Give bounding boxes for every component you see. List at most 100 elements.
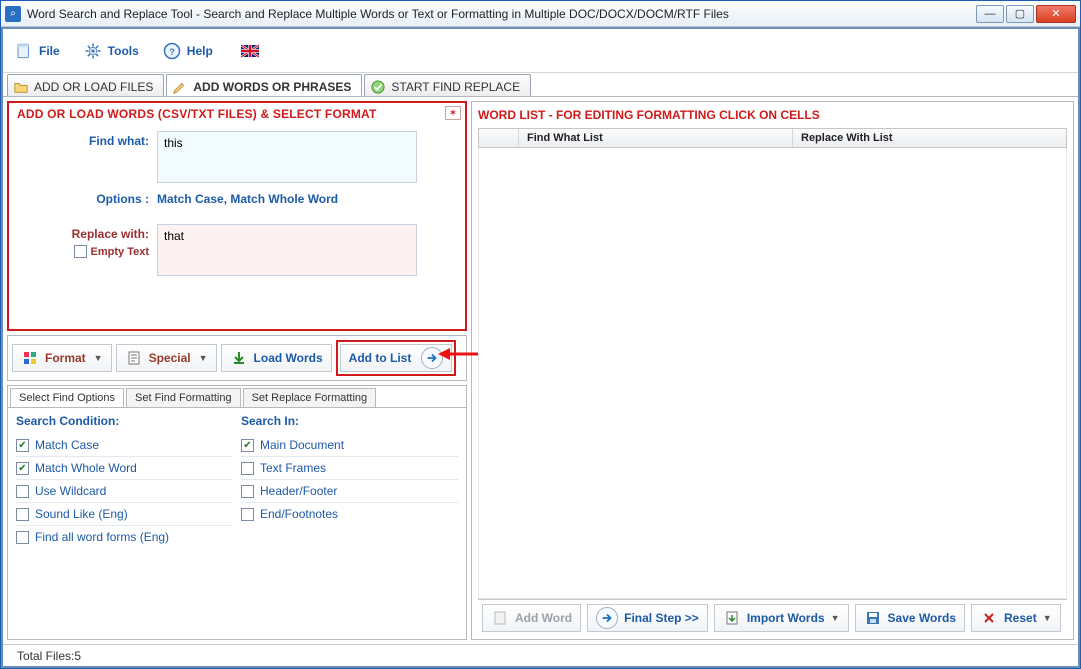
file-label: File xyxy=(39,44,60,58)
col-replace-with[interactable]: Replace With List xyxy=(793,129,1066,147)
minimize-button[interactable]: — xyxy=(976,5,1004,23)
sound-like-label: Sound Like (Eng) xyxy=(35,507,128,521)
app-icon: ⌕ xyxy=(5,6,21,22)
match-whole-label: Match Whole Word xyxy=(35,461,137,475)
titlebar: ⌕ Word Search and Replace Tool - Search … xyxy=(1,1,1080,27)
format-button[interactable]: Format ▼ xyxy=(12,344,112,372)
main-doc-label: Main Document xyxy=(260,438,344,452)
word-list-header: Find What List Replace With List xyxy=(478,128,1067,148)
options-tabs: Select Find Options Set Find Formatting … xyxy=(8,386,466,408)
final-step-label: Final Step >> xyxy=(624,611,699,625)
search-in-column: Search In: ✔Main Document Text Frames He… xyxy=(241,414,458,548)
tab-add-words-label: ADD WORDS OR PHRASES xyxy=(193,80,351,94)
file-menu[interactable]: File xyxy=(11,40,64,62)
content-frame: File Tools ? Help xyxy=(1,27,1080,668)
save-icon xyxy=(864,609,882,627)
load-words-label: Load Words xyxy=(254,351,323,365)
options-panel: Select Find Options Set Find Formatting … xyxy=(7,385,467,640)
add-load-title: ADD OR LOAD WORDS (CSV/TXT FILES) & SELE… xyxy=(17,107,457,121)
help-menu[interactable]: ? Help xyxy=(159,40,217,62)
status-bar: Total Files:5 xyxy=(3,644,1078,666)
tab-add-words[interactable]: ADD WORDS OR PHRASES xyxy=(166,74,362,96)
load-words-button[interactable]: Load Words xyxy=(221,344,332,372)
match-case-label: Match Case xyxy=(35,438,99,452)
final-step-button[interactable]: Final Step >> xyxy=(587,604,708,632)
edit-icon xyxy=(173,80,187,94)
main-doc-checkbox[interactable]: ✔ xyxy=(241,439,254,452)
header-footer-checkbox[interactable] xyxy=(241,485,254,498)
reset-label: Reset xyxy=(1004,611,1037,625)
options-value: Match Case, Match Whole Word xyxy=(157,189,338,206)
file-icon xyxy=(15,42,33,60)
all-forms-label: Find all word forms (Eng) xyxy=(35,530,169,544)
empty-text-checkbox[interactable] xyxy=(74,245,87,258)
gear-icon xyxy=(84,42,102,60)
replace-with-label: Replace with: Empty Text xyxy=(17,224,157,276)
tab-add-files[interactable]: ADD OR LOAD FILES xyxy=(7,74,164,96)
all-forms-checkbox[interactable] xyxy=(16,531,29,544)
replace-with-input[interactable] xyxy=(157,224,417,276)
uk-flag-icon xyxy=(241,42,259,60)
app-window: ⌕ Word Search and Replace Tool - Search … xyxy=(0,0,1081,669)
right-pane: WORD LIST - FOR EDITING FORMATTING CLICK… xyxy=(471,101,1074,640)
document-icon xyxy=(125,349,143,367)
import-words-button[interactable]: Import Words ▼ xyxy=(714,604,849,632)
word-list-body[interactable] xyxy=(478,148,1067,599)
options-label: Options : xyxy=(17,189,157,206)
tab-set-replace-formatting[interactable]: Set Replace Formatting xyxy=(243,388,377,407)
close-button[interactable]: ✕ xyxy=(1036,5,1076,23)
add-word-button[interactable]: Add Word xyxy=(482,604,581,632)
tab-select-find-options[interactable]: Select Find Options xyxy=(10,388,124,407)
help-icon: ? xyxy=(163,42,181,60)
save-words-button[interactable]: Save Words xyxy=(855,604,965,632)
left-pane: ADD OR LOAD WORDS (CSV/TXT FILES) & SELE… xyxy=(7,101,467,640)
tools-menu[interactable]: Tools xyxy=(80,40,143,62)
right-bottom-toolbar: Add Word Final Step >> Import Words ▼ xyxy=(478,599,1067,635)
tab-add-files-label: ADD OR LOAD FILES xyxy=(34,80,153,94)
main-area: ADD OR LOAD WORDS (CSV/TXT FILES) & SELE… xyxy=(3,97,1078,644)
col-find-what[interactable]: Find What List xyxy=(519,129,793,147)
tab-set-find-formatting[interactable]: Set Find Formatting xyxy=(126,388,241,407)
add-to-list-highlight: Add to List xyxy=(336,340,457,376)
menubar: File Tools ? Help xyxy=(3,29,1078,73)
tab-start-label: START FIND REPLACE xyxy=(391,80,520,94)
end-footnotes-checkbox[interactable] xyxy=(241,508,254,521)
sound-like-checkbox[interactable] xyxy=(16,508,29,521)
import-words-label: Import Words xyxy=(747,611,825,625)
download-icon xyxy=(230,349,248,367)
arrow-right-icon xyxy=(596,607,618,629)
format-label: Format xyxy=(45,351,86,365)
page-icon xyxy=(491,609,509,627)
match-whole-checkbox[interactable]: ✔ xyxy=(16,462,29,475)
col-spacer xyxy=(479,129,519,147)
tools-label: Tools xyxy=(108,44,139,58)
search-condition-column: Search Condition: ✔Match Case ✔Match Who… xyxy=(16,414,233,548)
end-footnotes-label: End/Footnotes xyxy=(260,507,338,521)
language-button[interactable] xyxy=(237,40,263,62)
panel-close-button[interactable]: ✶ xyxy=(445,106,461,120)
folder-icon xyxy=(14,80,28,94)
add-word-label: Add Word xyxy=(515,611,572,625)
reset-button[interactable]: Reset ▼ xyxy=(971,604,1061,632)
find-what-input[interactable] xyxy=(157,131,417,183)
tab-start-replace[interactable]: START FIND REPLACE xyxy=(364,74,531,96)
maximize-button[interactable]: ▢ xyxy=(1006,5,1034,23)
special-button[interactable]: Special ▼ xyxy=(116,344,217,372)
add-to-list-button[interactable]: Add to List xyxy=(340,344,453,372)
find-what-label: Find what: xyxy=(17,131,157,183)
text-frames-label: Text Frames xyxy=(260,461,326,475)
svg-text:?: ? xyxy=(169,46,175,56)
check-icon xyxy=(371,80,385,94)
words-toolbar: Format ▼ Special ▼ Load Wo xyxy=(7,335,467,381)
main-tabs: ADD OR LOAD FILES ADD WORDS OR PHRASES S… xyxy=(3,73,1078,97)
wildcard-checkbox[interactable] xyxy=(16,485,29,498)
add-to-list-label: Add to List xyxy=(349,351,412,365)
status-text: Total Files:5 xyxy=(17,649,81,663)
match-case-checkbox[interactable]: ✔ xyxy=(16,439,29,452)
import-icon xyxy=(723,609,741,627)
palette-icon xyxy=(21,349,39,367)
search-in-heading: Search In: xyxy=(241,414,458,428)
window-title: Word Search and Replace Tool - Search an… xyxy=(27,7,976,21)
delete-icon xyxy=(980,609,998,627)
text-frames-checkbox[interactable] xyxy=(241,462,254,475)
